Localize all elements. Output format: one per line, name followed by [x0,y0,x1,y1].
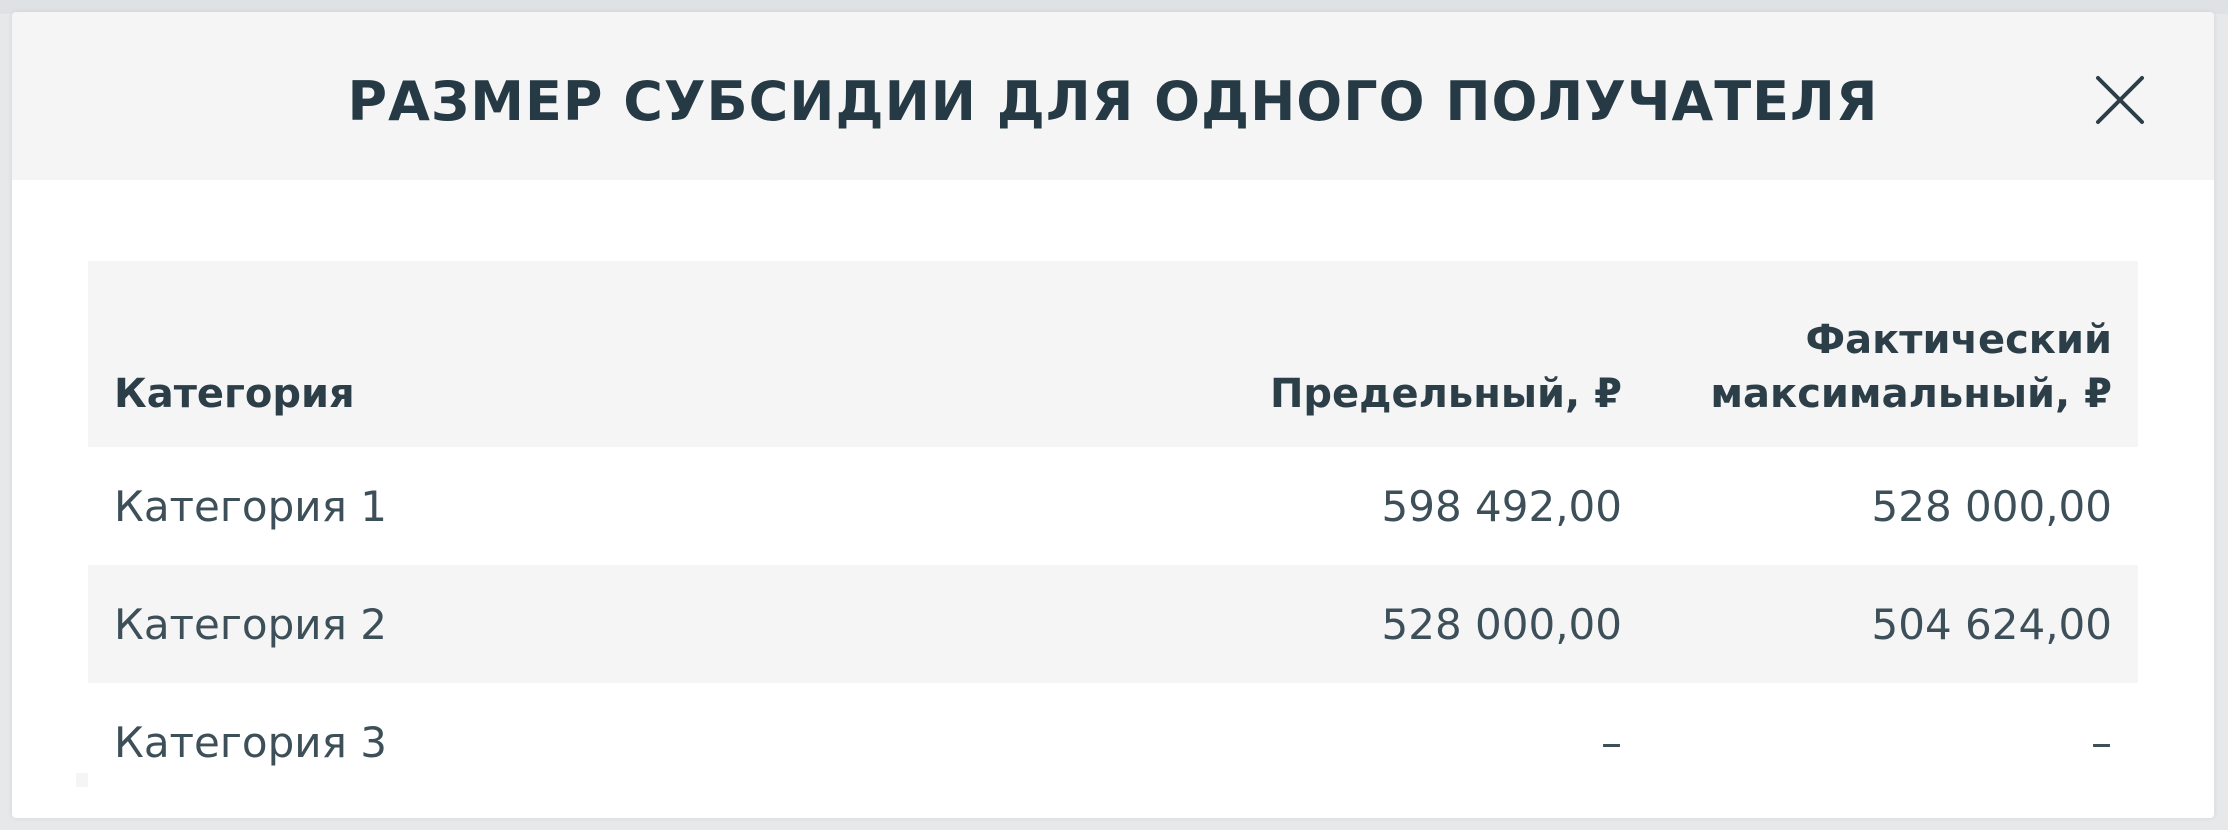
close-button[interactable] [2094,74,2146,126]
modal-title: РАЗМЕР СУБСИДИИ ДЛЯ ОДНОГО ПОЛУЧАТЕЛЯ [347,70,1879,133]
cell-actual: 504 624,00 [1648,565,2138,683]
column-header-actual-line1: Фактический [1805,317,2112,363]
cell-actual: 528 000,00 [1648,447,2138,565]
subsidy-table: Категория Предельный, ₽ Фактический макси… [88,261,2138,801]
cell-limit: 528 000,00 [1148,565,1648,683]
cell-actual: – [1648,683,2138,801]
modal-header: РАЗМЕР СУБСИДИИ ДЛЯ ОДНОГО ПОЛУЧАТЕЛЯ [12,12,2214,180]
table-row: Категория 1 598 492,00 528 000,00 [88,447,2138,565]
cell-limit: – [1148,683,1648,801]
table-row: Категория 3 – – [88,683,2138,801]
column-header-category: Категория [88,261,1148,447]
table-header-row: Категория Предельный, ₽ Фактический макси… [88,261,2138,447]
close-icon [2096,76,2144,124]
column-header-limit: Предельный, ₽ [1148,261,1648,447]
column-header-actual-line2: максимальный, ₽ [1710,371,2112,417]
cell-category: Категория 1 [88,447,1148,565]
table-row: Категория 2 528 000,00 504 624,00 [88,565,2138,683]
cell-limit: 598 492,00 [1148,447,1648,565]
cell-category: Категория 2 [88,565,1148,683]
column-header-actual: Фактический максимальный, ₽ [1648,261,2138,447]
cell-category: Категория 3 [88,683,1148,801]
